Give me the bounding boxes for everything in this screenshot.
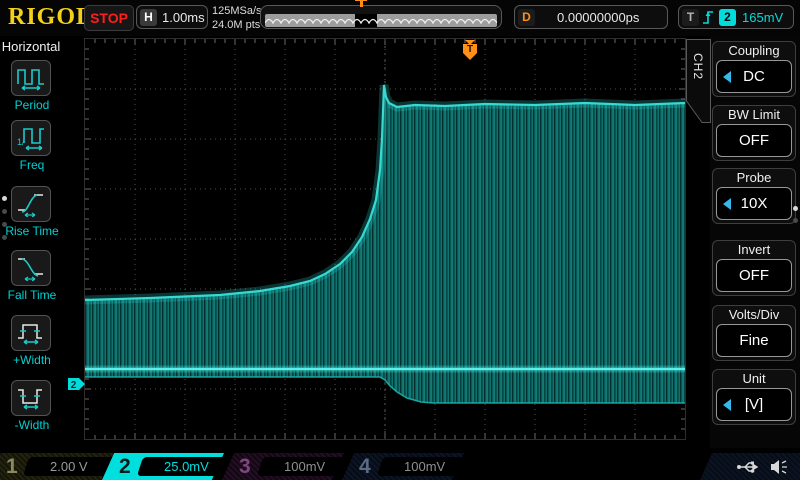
left-menu-page-dots bbox=[2, 196, 7, 248]
svg-text:T: T bbox=[467, 44, 473, 55]
menu-group-invert: Invert OFF bbox=[712, 240, 796, 296]
menu-group-unit: Unit [V] bbox=[712, 369, 796, 425]
channel-tab-label: CH2 bbox=[691, 53, 705, 80]
left-measure-menu: Horizontal Period 1/ Freq Rise Time bbox=[0, 36, 62, 448]
volts-div-label: Volts/Div bbox=[713, 306, 795, 323]
svg-text:2: 2 bbox=[71, 380, 77, 391]
beeper-icon bbox=[770, 459, 788, 475]
measure-item-period[interactable]: Period bbox=[11, 60, 53, 112]
top-status-bar: RIGOL STOP H 1.00ms 125MSa/s 24.0M pts D… bbox=[0, 0, 800, 36]
menu-group-volts-div: Volts/Div Fine bbox=[712, 305, 796, 361]
trigger-position-marker[interactable]: T bbox=[463, 39, 477, 61]
measure-item-fall-time[interactable]: Fall Time bbox=[11, 250, 53, 302]
preview-track bbox=[265, 14, 497, 27]
invert-label: Invert bbox=[713, 241, 795, 258]
channel-status-bar: 1 2.00 V 2 25.0mV 3 100mV 4 bbox=[0, 453, 800, 480]
delay-badge: D bbox=[518, 9, 535, 26]
plus-width-icon bbox=[16, 320, 46, 346]
trigger-source-badge: 2 bbox=[719, 9, 736, 26]
delay-box[interactable]: D 0.00000000ps bbox=[514, 5, 668, 29]
channel2-number: 2 bbox=[119, 453, 131, 480]
run-state-indicator[interactable]: STOP bbox=[84, 5, 134, 31]
rise-time-icon bbox=[16, 191, 46, 217]
waveform-svg bbox=[85, 39, 685, 439]
minus-width-icon bbox=[16, 385, 46, 411]
unit-button[interactable]: [V] bbox=[716, 388, 792, 421]
rising-edge-icon bbox=[702, 9, 716, 26]
channel3-number: 3 bbox=[239, 453, 251, 480]
channel3-scale-box: 100mV bbox=[257, 457, 357, 476]
channel1-number: 1 bbox=[6, 453, 18, 480]
period-icon bbox=[16, 65, 46, 91]
trigger-level-value: 165mV bbox=[742, 10, 783, 25]
volts-div-button[interactable]: Fine bbox=[716, 324, 792, 357]
rigol-logo: RIGOL bbox=[8, 4, 93, 31]
delay-value: 0.00000000ps bbox=[557, 10, 639, 25]
preview-waveform-icon bbox=[265, 14, 497, 27]
waveform-display[interactable]: T 2 bbox=[85, 39, 685, 439]
svg-text:1/: 1/ bbox=[17, 137, 25, 147]
channel3-scale: 100mV bbox=[284, 459, 325, 474]
probe-label: Probe bbox=[713, 169, 795, 186]
trigger-box[interactable]: T 2 165mV bbox=[678, 5, 794, 29]
channel2-scale-box: 25.0mV bbox=[137, 457, 237, 476]
measure-item-minus-width[interactable]: -Width bbox=[11, 380, 53, 432]
coupling-button[interactable]: DC bbox=[716, 60, 792, 93]
menu-group-coupling: Coupling DC bbox=[712, 41, 796, 97]
trigger-badge: T bbox=[682, 9, 699, 26]
channel-menu-panel: Coupling DC BW Limit OFF Probe 10X Inver… bbox=[710, 36, 800, 448]
horizontal-position-preview[interactable] bbox=[260, 5, 502, 29]
left-arrow-icon bbox=[723, 71, 731, 83]
channel2-scale: 25.0mV bbox=[164, 459, 209, 474]
oscilloscope-screen: RIGOL STOP H 1.00ms 125MSa/s 24.0M pts D… bbox=[0, 0, 800, 480]
bw-limit-label: BW Limit bbox=[713, 106, 795, 123]
left-arrow-icon bbox=[723, 198, 731, 210]
channel2-level-marker[interactable]: 2 bbox=[68, 377, 85, 391]
coupling-label: Coupling bbox=[713, 42, 795, 59]
status-icons-cell bbox=[700, 453, 800, 480]
preview-trigger-marker-icon[interactable] bbox=[355, 0, 367, 7]
horizontal-timebase-box[interactable]: H 1.00ms bbox=[136, 5, 208, 29]
memory-depth: 24.0M pts bbox=[212, 18, 262, 32]
measure-item-freq[interactable]: 1/ Freq bbox=[11, 120, 53, 172]
horizontal-badge: H bbox=[140, 9, 157, 26]
channel4-scale-box: 100mV bbox=[377, 457, 477, 476]
usb-icon bbox=[736, 459, 762, 475]
channel1-scale: 2.00 V bbox=[50, 459, 88, 474]
freq-icon: 1/ bbox=[16, 125, 46, 151]
measure-menu-title: Horizontal bbox=[0, 39, 62, 54]
invert-button[interactable]: OFF bbox=[716, 259, 792, 292]
sample-rate: 125MSa/s bbox=[212, 4, 262, 18]
channel4-scale: 100mV bbox=[404, 459, 445, 474]
bw-limit-button[interactable]: OFF bbox=[716, 124, 792, 157]
fall-time-icon bbox=[16, 255, 46, 281]
acquisition-info: 125MSa/s 24.0M pts bbox=[212, 4, 262, 32]
menu-group-bw-limit: BW Limit OFF bbox=[712, 105, 796, 161]
channel1-scale-box: 2.00 V bbox=[23, 457, 117, 476]
probe-button[interactable]: 10X bbox=[716, 187, 792, 220]
channel-tab-ch2: CH2 bbox=[686, 39, 711, 123]
measure-item-plus-width[interactable]: +Width bbox=[11, 315, 53, 367]
measure-item-rise-time[interactable]: Rise Time bbox=[11, 186, 53, 238]
menu-group-probe: Probe 10X bbox=[712, 168, 796, 224]
channel4-number: 4 bbox=[359, 453, 371, 480]
left-arrow-icon bbox=[723, 399, 731, 411]
timebase-value: 1.00ms bbox=[162, 10, 205, 25]
right-menu-page-dots bbox=[793, 206, 798, 230]
unit-label: Unit bbox=[713, 370, 795, 387]
